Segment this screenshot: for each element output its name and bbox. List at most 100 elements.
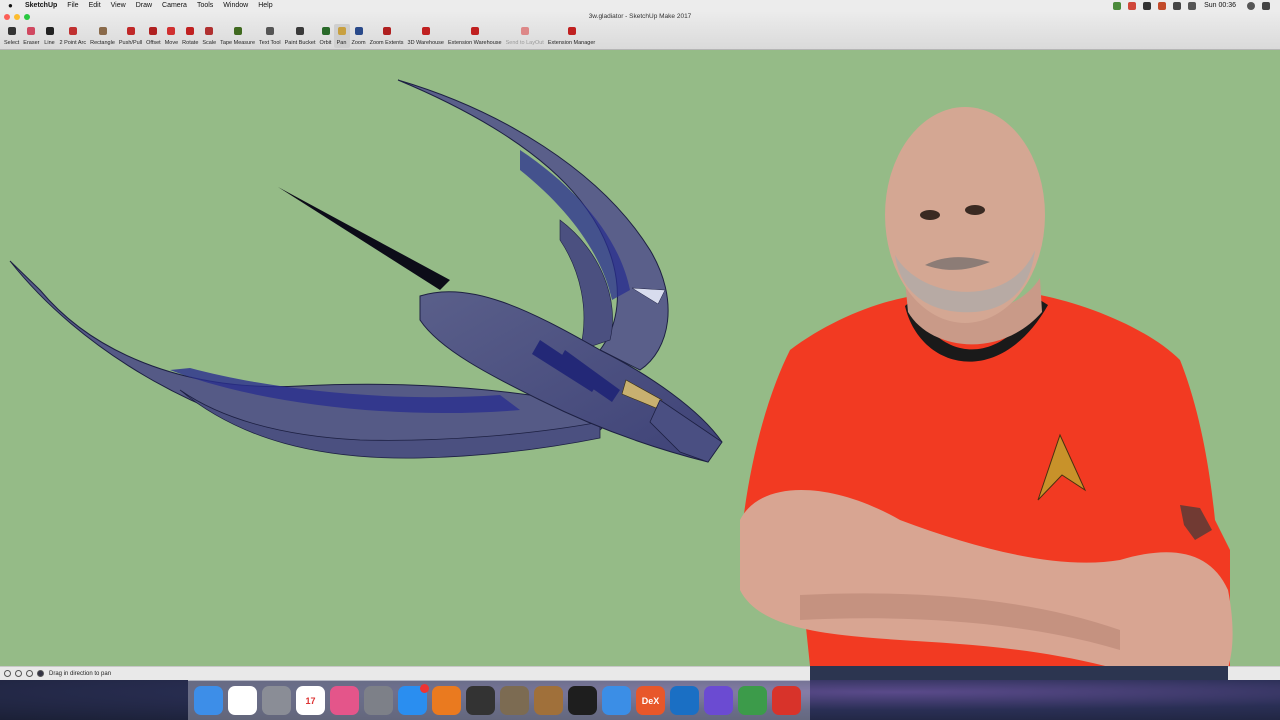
- launchpad-icon[interactable]: [262, 686, 291, 715]
- tool-scale[interactable]: Scale: [200, 24, 218, 48]
- app-store-icon[interactable]: [398, 684, 429, 715]
- rotate-icon: [186, 27, 195, 35]
- tool-label: Move: [164, 40, 179, 46]
- tablet-icon[interactable]: [466, 686, 495, 715]
- tool-label: Extension Warehouse: [448, 40, 502, 46]
- window-title: 3w.gladiator - SketchUp Make 2017: [588, 13, 692, 20]
- rectangle-icon: [98, 27, 107, 35]
- menu-draw[interactable]: Draw: [131, 0, 157, 11]
- tool-text-tool[interactable]: Text Tool: [257, 24, 283, 48]
- left-eye: [920, 210, 940, 220]
- menu-edit[interactable]: Edit: [84, 0, 106, 11]
- dock: 17 DeX: [188, 680, 810, 720]
- tool-label: Pan: [336, 40, 347, 46]
- tray-app-icon[interactable]: [1128, 1, 1137, 10]
- tool-label: Line: [44, 40, 55, 46]
- menu-bar: ● SketchUp File Edit View Draw Camera To…: [0, 0, 1280, 11]
- pushpull-icon: [126, 27, 135, 35]
- zoom-extents-icon: [382, 27, 391, 35]
- notification-center-icon[interactable]: [1262, 1, 1270, 10]
- geo-location-icon[interactable]: [4, 670, 11, 677]
- tool-select[interactable]: Select: [2, 24, 21, 48]
- dex-icon[interactable]: DeX: [636, 686, 665, 715]
- menu-window[interactable]: Window: [218, 0, 253, 11]
- itunes-icon[interactable]: [330, 686, 359, 715]
- mail-icon[interactable]: [602, 686, 631, 715]
- tool-label: Rectangle: [90, 40, 115, 46]
- menu-tools[interactable]: Tools: [192, 0, 218, 11]
- tool-label: 2 Point Arc: [59, 40, 87, 46]
- tool-label: Extension Manager: [547, 40, 596, 46]
- drawing-viewport[interactable]: [0, 50, 1280, 666]
- tray-app-icon[interactable]: [1143, 1, 1152, 10]
- imovie-icon[interactable]: [704, 686, 733, 715]
- tool-pan[interactable]: Pan: [333, 24, 350, 48]
- headphones-icon[interactable]: [738, 686, 767, 715]
- inkscape-icon[interactable]: [568, 686, 597, 715]
- select-icon: [7, 27, 16, 35]
- siri-icon[interactable]: [1247, 1, 1255, 10]
- tool-line[interactable]: Line: [42, 24, 58, 48]
- tool-paint-bucket[interactable]: Paint Bucket: [283, 24, 318, 48]
- 3d-warehouse-icon: [421, 27, 430, 35]
- tool-label: Zoom Extents: [369, 40, 404, 46]
- quicktime-icon[interactable]: [670, 686, 699, 715]
- tool-move[interactable]: Move: [163, 24, 180, 48]
- chrome-icon[interactable]: [228, 686, 257, 715]
- tool-rotate[interactable]: Rotate: [180, 24, 200, 48]
- tool-rectangle[interactable]: Rectangle: [88, 24, 117, 48]
- sketchup-toolbar: 3w.gladiator - SketchUp Make 2017 Select…: [0, 11, 1280, 50]
- tool-zoom-extents[interactable]: Zoom Extents: [368, 24, 406, 48]
- right-eye: [965, 205, 985, 215]
- measurements-box[interactable]: [1228, 666, 1280, 680]
- scale-icon: [205, 27, 214, 35]
- apple-icon[interactable]: ●: [8, 0, 20, 11]
- menu-app-name[interactable]: SketchUp: [20, 0, 62, 11]
- tool-label: Send to LayOut: [505, 40, 544, 46]
- tool-label: Rotate: [182, 40, 199, 46]
- tray-app-icon[interactable]: [1158, 1, 1167, 10]
- tray-app-icon[interactable]: [1113, 1, 1122, 10]
- menu-view[interactable]: View: [106, 0, 131, 11]
- presenter-overlay: [740, 107, 1233, 666]
- tool-eraser[interactable]: Eraser: [21, 24, 41, 48]
- calendar-icon[interactable]: 17: [296, 686, 325, 715]
- system-preferences-icon[interactable]: [364, 686, 393, 715]
- tool-label: Paint Bucket: [284, 40, 316, 46]
- gimp-icon[interactable]: [500, 686, 529, 715]
- tool-palette: Select Eraser Line 2 Point Arc Rectangle Push…: [2, 24, 597, 48]
- tool-extension-warehouse[interactable]: Extension Warehouse: [446, 24, 504, 48]
- head: [885, 107, 1045, 323]
- tool-tape-measure[interactable]: Tape Measure: [218, 24, 257, 48]
- wifi-icon[interactable]: [1173, 1, 1182, 10]
- eraser-icon: [27, 27, 36, 35]
- credits-icon[interactable]: [15, 670, 22, 677]
- tool-pushpull[interactable]: Push/Pull: [117, 24, 144, 48]
- tool-orbit[interactable]: Orbit: [318, 24, 334, 48]
- tool-send-to-layout[interactable]: Send to LayOut: [504, 24, 546, 48]
- dock-app-label: 17: [305, 695, 316, 706]
- tool-offset[interactable]: Offset: [144, 24, 163, 48]
- zoom-icon: [354, 27, 363, 35]
- move-icon: [167, 27, 176, 35]
- tool-3d-warehouse[interactable]: 3D Warehouse: [406, 24, 446, 48]
- menu-file[interactable]: File: [62, 0, 83, 11]
- extension-manager-icon: [567, 27, 576, 35]
- menu-camera[interactable]: Camera: [157, 0, 192, 11]
- instructor-icon[interactable]: [37, 670, 44, 677]
- tool-label: Scale: [202, 40, 217, 46]
- tool-arc[interactable]: 2 Point Arc: [58, 24, 89, 48]
- tool-zoom[interactable]: Zoom: [350, 24, 368, 48]
- user-icon[interactable]: [26, 670, 33, 677]
- guitar-icon[interactable]: [534, 686, 563, 715]
- sketchup-icon[interactable]: [772, 686, 801, 715]
- menu-clock[interactable]: Sun 00:36: [1204, 2, 1236, 9]
- tool-extension-manager[interactable]: Extension Manager: [546, 24, 597, 48]
- blender-icon[interactable]: [432, 686, 461, 715]
- battery-icon[interactable]: [1188, 1, 1197, 10]
- status-bar: Drag in direction to pan: [0, 666, 810, 680]
- menu-help[interactable]: Help: [253, 0, 277, 11]
- offset-icon: [149, 27, 158, 35]
- finder-icon[interactable]: [194, 686, 223, 715]
- send-to-layout-icon: [520, 27, 529, 35]
